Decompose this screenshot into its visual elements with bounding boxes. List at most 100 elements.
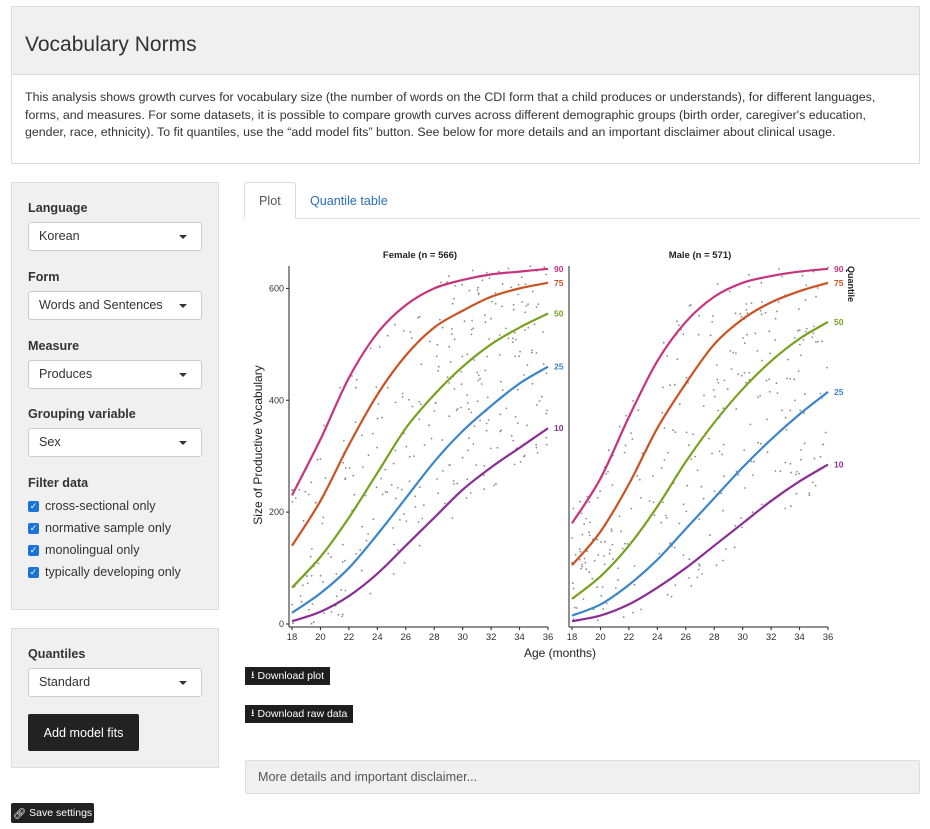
- data-point: [456, 482, 459, 485]
- data-point: [417, 521, 420, 523]
- data-point: [682, 333, 685, 336]
- form-select[interactable]: Words and Sentences: [28, 291, 202, 320]
- data-point: [698, 564, 701, 567]
- data-point: [811, 481, 814, 484]
- data-point: [339, 386, 342, 389]
- data-point: [461, 355, 464, 358]
- data-point: [470, 328, 473, 331]
- data-point: [316, 458, 319, 461]
- data-point: [507, 267, 510, 270]
- data-point: [446, 281, 448, 283]
- data-point: [460, 406, 462, 409]
- data-point: [578, 548, 581, 551]
- data-point: [501, 283, 504, 286]
- data-point: [417, 316, 419, 319]
- data-point: [354, 386, 357, 389]
- data-point: [522, 455, 525, 458]
- download-raw-data-button[interactable]: ⭳ Download raw data: [245, 705, 354, 723]
- checkbox-checked-icon[interactable]: ✓: [28, 500, 39, 512]
- data-point: [768, 390, 771, 393]
- data-point: [760, 503, 763, 506]
- data-point: [403, 513, 405, 515]
- data-point: [437, 365, 440, 368]
- x-tick-label: 30: [737, 632, 748, 643]
- data-point: [624, 542, 626, 545]
- x-tick-label: 22: [624, 632, 635, 643]
- data-point: [495, 482, 497, 485]
- data-point: [472, 443, 475, 445]
- measure-select[interactable]: Produces: [28, 360, 202, 389]
- data-point: [421, 517, 424, 520]
- x-axis-label: Age (months): [524, 646, 596, 660]
- measure-label: Measure: [28, 339, 80, 353]
- grouping-select[interactable]: Sex: [28, 428, 202, 457]
- data-point: [344, 559, 346, 562]
- chevron-down-icon: [179, 441, 187, 445]
- data-point: [743, 372, 746, 374]
- data-point: [324, 477, 327, 479]
- add-model-fits-button[interactable]: Add model fits: [28, 714, 139, 751]
- data-point: [700, 485, 703, 488]
- data-point: [750, 302, 753, 304]
- form-label: Form: [28, 270, 60, 284]
- data-point: [605, 602, 608, 605]
- data-point: [596, 497, 599, 499]
- x-tick-label: 22: [344, 632, 355, 643]
- data-point: [330, 556, 332, 559]
- tab-quantile-table[interactable]: Quantile table: [295, 182, 403, 219]
- data-point: [449, 464, 451, 466]
- data-point: [799, 409, 802, 412]
- data-point: [802, 339, 805, 341]
- data-point: [653, 514, 656, 517]
- data-point: [584, 561, 587, 564]
- data-point: [381, 416, 383, 419]
- data-point: [583, 557, 586, 560]
- quantiles-select[interactable]: Standard: [28, 668, 202, 697]
- filter-monolingual[interactable]: ✓ monolingual only: [28, 543, 140, 557]
- data-point: [512, 439, 515, 442]
- data-point: [367, 454, 370, 457]
- language-select[interactable]: Korean: [28, 222, 202, 251]
- checkbox-checked-icon[interactable]: ✓: [28, 566, 39, 578]
- data-point: [726, 388, 729, 391]
- checkbox-checked-icon[interactable]: ✓: [28, 544, 39, 556]
- data-point: [535, 446, 538, 449]
- data-point: [488, 277, 491, 280]
- link-icon: 🔗︎: [12, 807, 27, 820]
- data-point: [487, 419, 490, 421]
- data-point: [690, 584, 693, 587]
- data-point: [538, 400, 541, 402]
- checkbox-checked-icon[interactable]: ✓: [28, 522, 39, 534]
- download-plot-button[interactable]: ⭳ Download plot: [245, 667, 331, 685]
- data-point: [798, 329, 801, 331]
- data-point: [694, 455, 696, 458]
- save-settings-button[interactable]: 🔗︎ Save settings: [11, 803, 94, 823]
- data-point: [319, 458, 322, 460]
- data-point: [342, 461, 345, 464]
- data-point: [419, 486, 421, 488]
- filter-normative[interactable]: ✓ normative sample only: [28, 521, 171, 535]
- data-point: [476, 371, 479, 374]
- data-point: [543, 266, 546, 268]
- data-point: [437, 492, 440, 495]
- details-disclaimer-panel[interactable]: More details and important disclaimer...: [245, 760, 920, 794]
- checkbox-label: cross-sectional only: [45, 499, 156, 513]
- data-point: [453, 338, 456, 341]
- data-point: [512, 308, 515, 311]
- filter-cross-sectional[interactable]: ✓ cross-sectional only: [28, 499, 156, 513]
- data-point: [423, 444, 426, 446]
- data-point: [589, 521, 591, 524]
- filter-typically-developing[interactable]: ✓ typically developing only: [28, 565, 181, 579]
- data-point: [494, 302, 497, 305]
- data-point: [600, 541, 602, 543]
- data-point: [816, 287, 819, 289]
- data-point: [306, 575, 308, 578]
- data-point: [292, 622, 294, 624]
- data-point: [518, 355, 520, 358]
- data-point: [309, 555, 312, 558]
- data-point: [672, 429, 674, 432]
- tab-plot[interactable]: Plot: [244, 182, 296, 219]
- data-point: [448, 382, 451, 384]
- data-point: [414, 506, 417, 508]
- data-point: [486, 355, 488, 358]
